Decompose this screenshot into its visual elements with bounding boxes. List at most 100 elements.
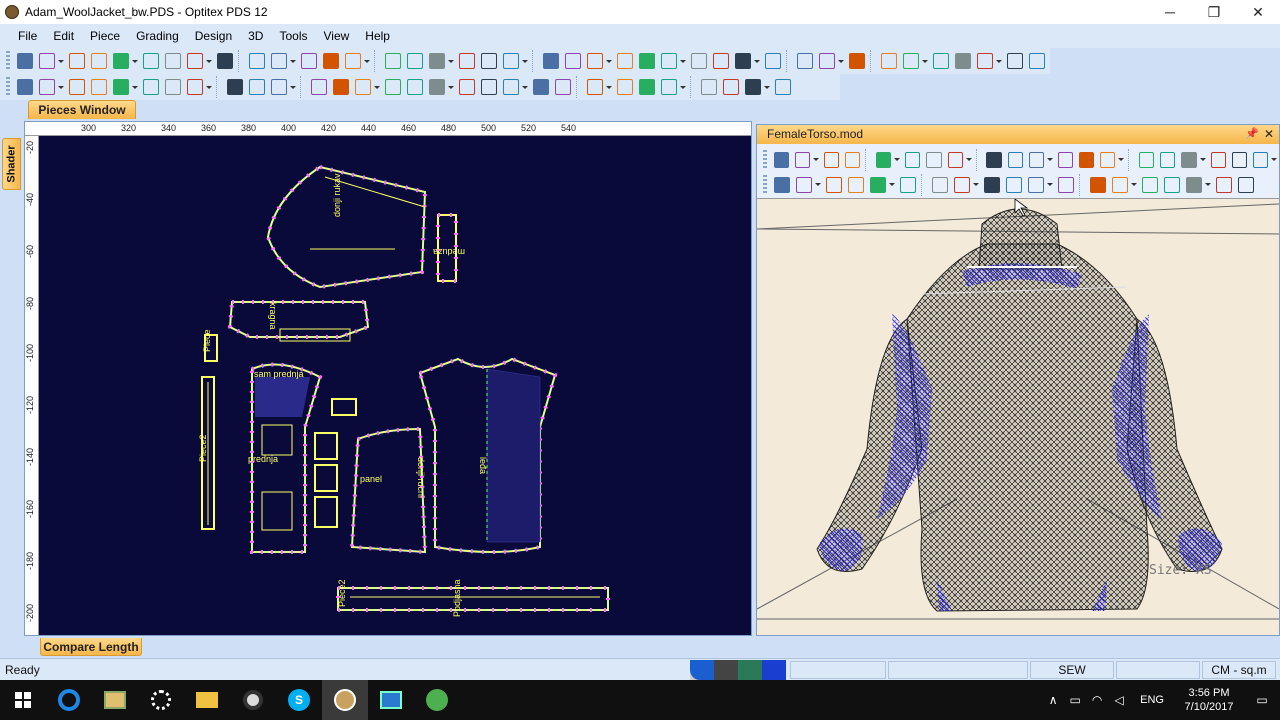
dropdown-arrow-icon[interactable] [58, 85, 64, 89]
dropdown-arrow-icon[interactable] [448, 85, 454, 89]
dropdown-arrow-icon[interactable] [206, 85, 212, 89]
tab-compare-length[interactable]: Compare Length [40, 638, 142, 656]
dropdown-arrow-icon[interactable] [1271, 158, 1277, 161]
3d-bottom-tool-icon[interactable] [1112, 176, 1128, 193]
3d-bottom-tool-icon[interactable] [1090, 176, 1106, 193]
dropdown-arrow-icon[interactable] [680, 59, 686, 63]
dropdown-arrow-icon[interactable] [889, 183, 895, 186]
draw-tool-icon[interactable] [249, 79, 265, 95]
3d-panel-close-button[interactable]: ✕ [1264, 125, 1274, 144]
main-tool-icon[interactable] [933, 53, 949, 69]
main-tool-icon[interactable] [503, 53, 519, 69]
3d-top-tool-icon[interactable] [1210, 151, 1226, 168]
3d-top-tool-icon[interactable] [1160, 151, 1176, 168]
main-tool-icon[interactable] [165, 53, 181, 69]
main-tool-icon[interactable] [819, 53, 835, 69]
dropdown-arrow-icon[interactable] [815, 183, 821, 186]
3d-top-tool-icon[interactable] [1139, 151, 1155, 168]
dropdown-arrow-icon[interactable] [206, 59, 212, 63]
taskbar-edge[interactable] [46, 680, 92, 720]
dropdown-arrow-icon[interactable] [290, 59, 296, 63]
wifi-icon[interactable]: ◠ [1086, 693, 1108, 707]
3d-bottom-tool-icon[interactable] [1164, 176, 1180, 193]
taskbar-media[interactable] [138, 680, 184, 720]
toolbar-grip[interactable] [763, 174, 767, 195]
dropdown-arrow-icon[interactable] [973, 183, 979, 186]
main-tool-icon[interactable] [39, 53, 55, 69]
toolbar-grip[interactable] [6, 51, 10, 71]
main-tool-icon[interactable] [345, 53, 361, 69]
draw-tool-icon[interactable] [555, 79, 571, 95]
main-tool-icon[interactable] [797, 53, 813, 69]
dropdown-arrow-icon[interactable] [448, 59, 454, 63]
3d-top-tool-icon[interactable] [1100, 151, 1116, 168]
main-tool-icon[interactable] [977, 53, 993, 69]
volume-icon[interactable]: ◁ [1108, 693, 1130, 707]
3d-top-tool-icon[interactable] [845, 151, 861, 168]
draw-tool-icon[interactable] [355, 79, 371, 95]
main-tool-icon[interactable] [271, 53, 287, 69]
main-tool-icon[interactable] [459, 53, 475, 69]
draw-tool-icon[interactable] [187, 79, 203, 95]
dropdown-arrow-icon[interactable] [680, 85, 686, 89]
main-tool-icon[interactable] [249, 53, 265, 69]
menu-view[interactable]: View [315, 24, 357, 48]
main-tool-icon[interactable] [955, 53, 971, 69]
draw-tool-icon[interactable] [165, 79, 181, 95]
taskbar-camera[interactable] [230, 680, 276, 720]
3d-top-tool-icon[interactable] [986, 151, 1002, 168]
dropdown-arrow-icon[interactable] [1046, 158, 1053, 161]
draw-tool-icon[interactable] [113, 79, 129, 95]
tray-chevron-icon[interactable]: ∧ [1042, 693, 1064, 707]
back-piece[interactable] [417, 356, 558, 554]
dropdown-arrow-icon[interactable] [606, 59, 612, 63]
3d-top-tool-icon[interactable] [876, 151, 892, 168]
draw-tool-icon[interactable] [17, 79, 33, 95]
dropdown-arrow-icon[interactable] [965, 158, 972, 161]
main-tool-icon[interactable] [565, 53, 581, 69]
3d-top-tool-icon[interactable] [794, 151, 811, 168]
main-tool-icon[interactable] [429, 53, 445, 69]
3d-bottom-tool-icon[interactable] [1216, 176, 1232, 193]
main-tool-icon[interactable] [323, 53, 339, 69]
waistband-piece[interactable] [336, 586, 610, 612]
pieces-area[interactable]: donji rukav meduza kragna Piece Piece2 s… [40, 137, 751, 635]
draw-tool-icon[interactable] [311, 79, 327, 95]
dropdown-arrow-icon[interactable] [1118, 158, 1125, 161]
draw-tool-icon[interactable] [69, 79, 85, 95]
draw-tool-icon[interactable] [723, 79, 739, 95]
draw-tool-icon[interactable] [333, 79, 349, 95]
draw-tool-icon[interactable] [385, 79, 401, 95]
main-tool-icon[interactable] [765, 53, 781, 69]
3d-top-tool-icon[interactable] [773, 151, 789, 168]
menu-tools[interactable]: Tools [271, 24, 315, 48]
dropdown-arrow-icon[interactable] [58, 59, 64, 63]
dropdown-arrow-icon[interactable] [522, 85, 528, 89]
dropdown-arrow-icon[interactable] [132, 85, 138, 89]
3d-bottom-tool-icon[interactable] [900, 176, 916, 193]
3d-top-tool-icon[interactable] [1231, 151, 1247, 168]
main-tool-icon[interactable] [187, 53, 203, 69]
draw-tool-icon[interactable] [227, 79, 243, 95]
draw-tool-icon[interactable] [459, 79, 475, 95]
close-button[interactable]: ✕ [1236, 0, 1280, 24]
main-tool-icon[interactable] [691, 53, 707, 69]
main-tool-icon[interactable] [301, 53, 317, 69]
3d-bottom-tool-icon[interactable] [984, 176, 1000, 193]
toolbar-grip[interactable] [6, 77, 10, 97]
main-tool-icon[interactable] [113, 53, 129, 69]
draw-tool-icon[interactable] [775, 79, 791, 95]
start-button[interactable] [0, 680, 46, 720]
taskbar-app2[interactable] [92, 680, 138, 720]
3d-top-tool-icon[interactable] [947, 151, 963, 168]
main-tool-icon[interactable] [587, 53, 603, 69]
main-tool-icon[interactable] [617, 53, 633, 69]
main-tool-icon[interactable] [69, 53, 85, 69]
dropdown-arrow-icon[interactable] [364, 59, 370, 63]
3d-bottom-tool-icon[interactable] [870, 176, 886, 193]
3d-bottom-tool-icon[interactable] [1238, 176, 1254, 193]
3d-top-tool-icon[interactable] [1252, 151, 1268, 168]
battery-icon[interactable]: ▭ [1064, 693, 1086, 707]
facing-pieces[interactable] [314, 398, 357, 528]
draw-tool-icon[interactable] [481, 79, 497, 95]
